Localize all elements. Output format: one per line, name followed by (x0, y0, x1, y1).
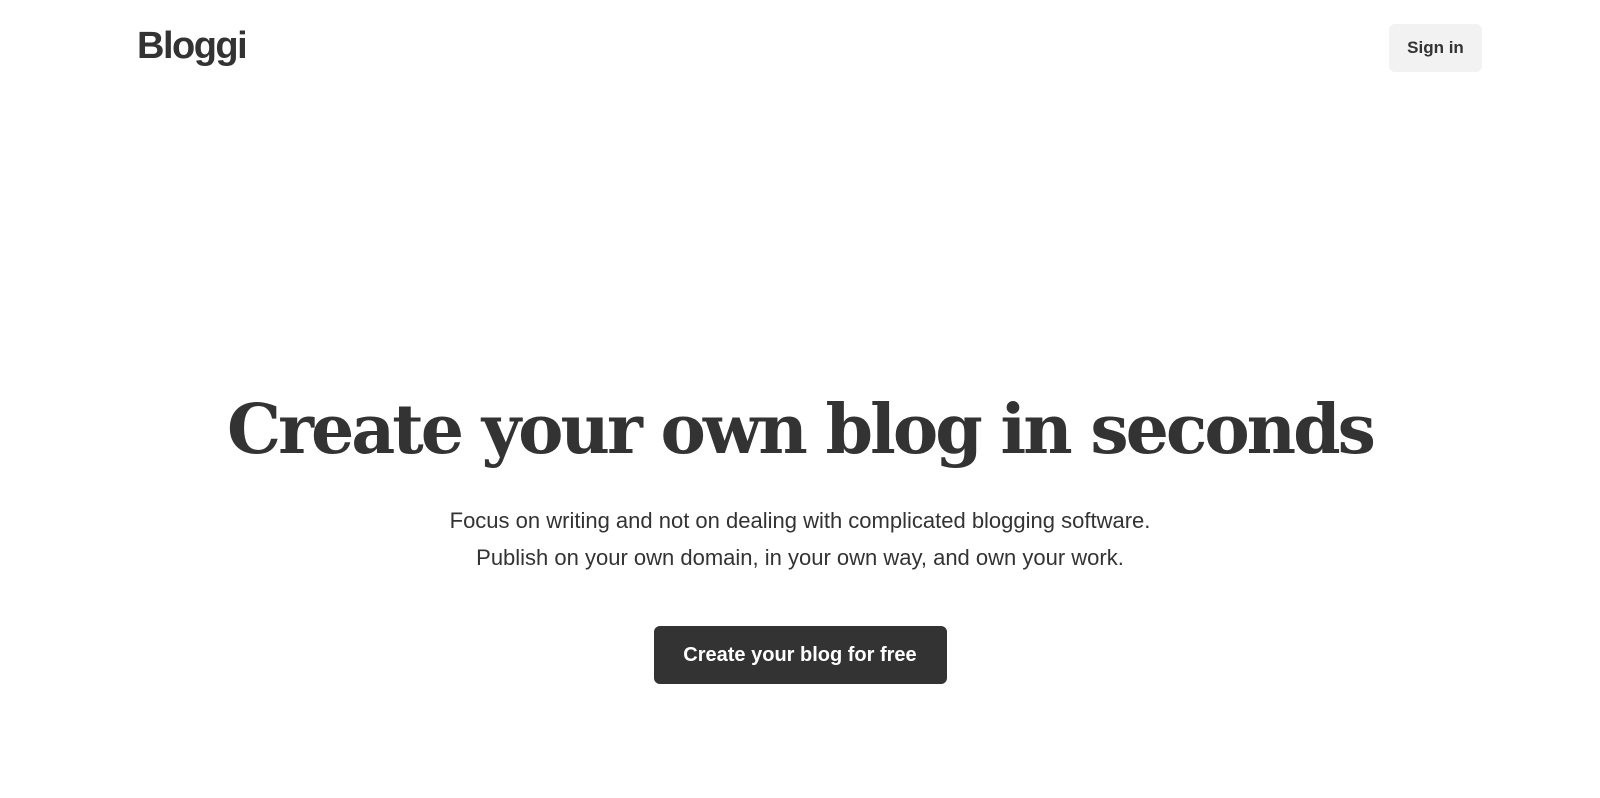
sign-in-button[interactable]: Sign in (1389, 24, 1482, 72)
hero-section: Create your own blog in seconds Focus on… (0, 380, 1600, 684)
create-blog-button[interactable]: Create your blog for free (653, 626, 947, 684)
hero-headline: Create your own blog in seconds (227, 390, 1376, 470)
logo[interactable]: Bloggi (137, 22, 248, 70)
landing-page: Bloggi Sign in Create your own blog in s… (0, 0, 1600, 798)
hero-subline-1: Focus on writing and not on dealing with… (449, 508, 1151, 533)
hero-subline-2: Publish on your own domain, in your own … (476, 545, 1124, 570)
hero-description: Focus on writing and not on dealing with… (0, 502, 1600, 576)
top-header: Bloggi Sign in (0, 0, 1600, 96)
